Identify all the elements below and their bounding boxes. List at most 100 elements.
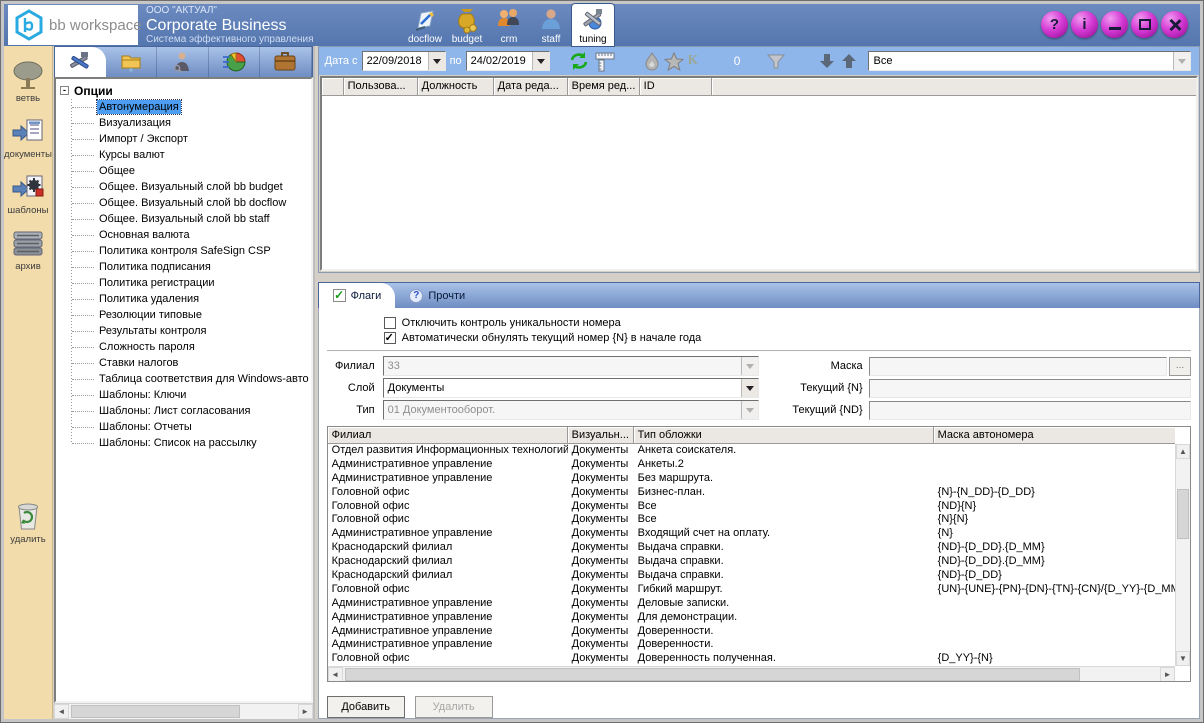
tree-item[interactable]: Резолюции типовые bbox=[60, 307, 311, 323]
maximize-button[interactable] bbox=[1131, 11, 1158, 38]
tree-item[interactable]: Политика контроля SafeSign CSP bbox=[60, 243, 311, 259]
table-row[interactable]: Административное управление Документы Де… bbox=[328, 597, 1175, 611]
table-row[interactable]: Головной офис Документы Доверенность пол… bbox=[328, 652, 1175, 666]
tree-item[interactable]: Политика регистрации bbox=[60, 275, 311, 291]
star-button[interactable] bbox=[664, 52, 684, 71]
column-header-position[interactable]: Должность bbox=[418, 78, 494, 96]
filter-combo-value[interactable]: Все bbox=[869, 52, 1173, 70]
tree-item[interactable]: Импорт / Экспорт bbox=[60, 131, 311, 147]
column-header-id[interactable]: ID bbox=[640, 78, 712, 96]
table-row[interactable]: Краснодарский филиал Документы Выдача сп… bbox=[328, 541, 1175, 555]
tree-item[interactable]: Общее. Визуальный слой bb budget bbox=[60, 179, 311, 195]
module-staff[interactable]: staff bbox=[530, 4, 572, 46]
sidebar-item-templates[interactable]: шаблоны bbox=[8, 172, 49, 216]
scroll-thumb[interactable] bbox=[345, 668, 1081, 681]
k-button[interactable]: К bbox=[688, 53, 698, 69]
tree-item[interactable]: Сложность пароля bbox=[60, 339, 311, 355]
minimize-button[interactable] bbox=[1101, 11, 1128, 38]
move-up-button[interactable] bbox=[840, 52, 858, 70]
filter-dropdown-button[interactable] bbox=[1173, 52, 1190, 70]
flame-button[interactable] bbox=[644, 52, 660, 71]
close-button[interactable] bbox=[1161, 11, 1188, 38]
tab-search-person[interactable] bbox=[157, 47, 209, 77]
module-budget[interactable]: budget bbox=[446, 4, 488, 46]
sidebar-item-delete[interactable]: удалить bbox=[10, 499, 45, 545]
date-from-value[interactable]: 22/09/2018 bbox=[363, 52, 428, 70]
tree-item[interactable]: Шаблоны: Лист согласования bbox=[60, 403, 311, 419]
filter-combo[interactable]: Все bbox=[868, 51, 1191, 71]
tree-item[interactable]: Политика подписания bbox=[60, 259, 311, 275]
scroll-up-icon[interactable]: ▲ bbox=[1176, 444, 1190, 459]
tab-read[interactable]: ? Прочти bbox=[395, 283, 479, 308]
tree-item[interactable]: Шаблоны: Ключи bbox=[60, 387, 311, 403]
info-button[interactable]: i bbox=[1071, 11, 1098, 38]
tree-item[interactable]: Общее. Визуальный слой bb docflow bbox=[60, 195, 311, 211]
layer-value[interactable]: Документы bbox=[384, 379, 741, 397]
scroll-left-icon[interactable]: ◄ bbox=[54, 704, 69, 719]
scroll-left-icon[interactable]: ◄ bbox=[328, 667, 343, 682]
sidebar-item-documents[interactable]: документы bbox=[4, 116, 52, 160]
tree-expander-icon[interactable]: - bbox=[60, 86, 69, 95]
tab-briefcase[interactable] bbox=[260, 47, 312, 77]
column-header-edit-time[interactable]: Время ред... bbox=[568, 78, 640, 96]
scroll-thumb[interactable] bbox=[1177, 489, 1189, 539]
auto-reset-checkbox[interactable] bbox=[384, 332, 396, 344]
table-row[interactable]: Административное управление Документы Дл… bbox=[328, 611, 1175, 625]
date-to-combo[interactable]: 24/02/2019 bbox=[466, 51, 550, 71]
column-header-visual-layer[interactable]: Визуальн... bbox=[568, 427, 634, 444]
tree-item[interactable]: Курсы валют bbox=[60, 147, 311, 163]
date-to-dropdown-button[interactable] bbox=[532, 52, 549, 70]
scroll-down-icon[interactable]: ▼ bbox=[1176, 651, 1190, 666]
move-down-button[interactable] bbox=[818, 52, 836, 70]
grid-vscrollbar[interactable]: ▲ ▼ bbox=[1175, 444, 1190, 666]
table-row[interactable]: Отдел развития Информационных технологий… bbox=[328, 444, 1175, 458]
tree-hscrollbar[interactable]: ◄ ► bbox=[54, 703, 313, 719]
table-row[interactable]: Головной офис Документы Бизнес-план. {N}… bbox=[328, 486, 1175, 500]
scroll-thumb[interactable] bbox=[71, 705, 240, 718]
column-header-mask[interactable]: Маска автономера bbox=[934, 427, 1175, 444]
table-row[interactable]: Краснодарский филиал Документы Выдача сп… bbox=[328, 555, 1175, 569]
tree-item[interactable]: Шаблоны: Отчеты bbox=[60, 419, 311, 435]
column-header-filial[interactable]: Филиал bbox=[328, 427, 568, 444]
date-from-combo[interactable]: 22/09/2018 bbox=[362, 51, 446, 71]
tab-explorer[interactable] bbox=[106, 47, 158, 77]
date-from-dropdown-button[interactable] bbox=[428, 52, 445, 70]
refresh-button[interactable] bbox=[568, 51, 590, 71]
module-crm[interactable]: crm bbox=[488, 4, 530, 46]
table-row[interactable]: Административное управление Документы До… bbox=[328, 625, 1175, 639]
layer-combo[interactable]: Документы bbox=[383, 378, 759, 398]
tree-item[interactable]: Политика удаления bbox=[60, 291, 311, 307]
scroll-right-icon[interactable]: ► bbox=[1160, 667, 1175, 682]
filter-button[interactable] bbox=[766, 53, 786, 70]
tab-reports[interactable] bbox=[209, 47, 261, 77]
tree-item[interactable]: Общее. Визуальный слой bb staff bbox=[60, 211, 311, 227]
tree-item[interactable]: Ставки налогов bbox=[60, 355, 311, 371]
scroll-track[interactable] bbox=[69, 704, 298, 719]
column-header-cover-type[interactable]: Тип обложки bbox=[634, 427, 934, 444]
table-row[interactable]: Административное управление Документы Ан… bbox=[328, 458, 1175, 472]
mask-browse-button[interactable]: ... bbox=[1169, 357, 1191, 376]
tree-item[interactable]: Общее bbox=[60, 163, 311, 179]
table-row[interactable]: Головной офис Документы Все {N}{N} bbox=[328, 513, 1175, 527]
sidebar-item-branch[interactable]: ветвь bbox=[11, 60, 45, 104]
table-row[interactable]: Административное управление Документы Вх… bbox=[328, 527, 1175, 541]
tab-flags[interactable]: ✓ Флаги bbox=[319, 283, 396, 308]
tree-item[interactable]: Результаты контроля bbox=[60, 323, 311, 339]
module-tuning[interactable]: tuning bbox=[572, 4, 614, 46]
grid-hscrollbar[interactable]: ◄ ► bbox=[328, 666, 1175, 681]
ruler-button[interactable] bbox=[594, 50, 616, 72]
table-row[interactable]: Головной офис Документы Все {ND}{N} bbox=[328, 500, 1175, 514]
tree-item[interactable]: Визуализация bbox=[60, 115, 311, 131]
date-to-value[interactable]: 24/02/2019 bbox=[467, 52, 532, 70]
sidebar-item-archive[interactable]: архив bbox=[11, 228, 45, 272]
tree-item[interactable]: Автонумерация bbox=[60, 99, 311, 115]
module-docflow[interactable]: docflow bbox=[404, 4, 446, 46]
add-button[interactable]: Добавить bbox=[327, 696, 405, 718]
tab-tools[interactable] bbox=[55, 47, 106, 77]
disable-uniqueness-checkbox[interactable] bbox=[384, 317, 396, 329]
tree-item[interactable]: Шаблоны: Список на рассылку bbox=[60, 435, 311, 451]
column-header-edit-date[interactable]: Дата реда... bbox=[494, 78, 568, 96]
scroll-right-icon[interactable]: ► bbox=[298, 704, 313, 719]
tree-item[interactable]: Основная валюта bbox=[60, 227, 311, 243]
table-row[interactable]: Административное управление Документы До… bbox=[328, 638, 1175, 652]
